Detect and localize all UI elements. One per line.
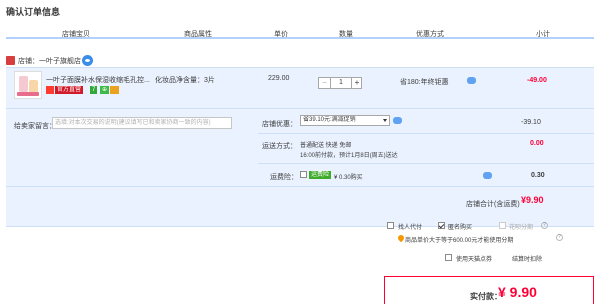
promo-info-icon[interactable] xyxy=(467,77,476,84)
header-col-promo: 优惠方式 xyxy=(416,31,444,38)
divider xyxy=(6,186,594,187)
header-col-attr: 商品属性 xyxy=(184,31,212,38)
page-title: 确认订单信息 xyxy=(6,7,61,17)
anonymous-checkbox[interactable] xyxy=(438,222,445,229)
location-pin-icon xyxy=(396,233,406,243)
anonymous-label: 匿名购买 xyxy=(448,225,473,231)
tmall-points-label: 使用天猫点券 xyxy=(456,257,493,263)
header-col-item: 店铺宝贝 xyxy=(62,31,90,38)
brand-badge-icon xyxy=(46,86,54,94)
header-col-subtotal: 小计 xyxy=(536,31,550,38)
insurance-price-text: ¥ 0.30购买 xyxy=(334,175,363,181)
shipping-insurance-label: 运费险： xyxy=(270,174,298,181)
qty-input[interactable]: 1 xyxy=(330,78,352,88)
store-icon xyxy=(6,56,15,65)
header-col-qty: 数量 xyxy=(339,31,353,38)
shipping-method: 普通配送 快递 免邮 xyxy=(300,143,352,149)
item-subtotal: -49.00 xyxy=(527,77,547,84)
header-col-price: 单价 xyxy=(274,31,288,38)
tmall-points-checkbox[interactable] xyxy=(445,254,452,261)
installment-tip: 商品单价大于等于600.00元才能使用分期 xyxy=(405,238,514,244)
shipping-eta: 16:00前付款，预计1月8日(周五)送达 xyxy=(300,153,398,159)
qty-increase-button[interactable]: + xyxy=(352,78,362,88)
divider xyxy=(258,133,594,134)
installment-label: 花呗分期 xyxy=(509,225,534,231)
official-store-badge: 官方直营 xyxy=(55,86,84,94)
help-icon[interactable]: ? xyxy=(556,234,563,241)
qty-decrease-button[interactable]: − xyxy=(319,78,330,88)
product-attribute: 化妆品净含量：3片 xyxy=(155,77,215,84)
coupon-selected-value: 省39.10元:满减促销 xyxy=(303,117,356,123)
shipping-label: 运送方式： xyxy=(262,143,297,150)
store-name-link[interactable]: 店铺：一叶子旗舰店 xyxy=(18,56,81,66)
coupon-info-icon[interactable] xyxy=(393,117,402,124)
insurance-info-icon[interactable] xyxy=(483,172,492,179)
store-coupon-select[interactable]: 省39.10元:满减促销 xyxy=(300,115,390,126)
divider xyxy=(6,108,594,109)
installment-checkbox[interactable] xyxy=(499,222,506,229)
wangwang-chat-icon[interactable] xyxy=(82,55,93,66)
product-thumbnail[interactable] xyxy=(14,71,42,99)
divider xyxy=(258,163,594,164)
product-name-link[interactable]: 一叶子面膜补水保湿收缩毛孔控... xyxy=(46,75,150,85)
help-icon[interactable]: ? xyxy=(541,222,548,229)
coupon-discount: -39.10 xyxy=(521,119,541,126)
shipping-insurance-checkbox[interactable] xyxy=(300,171,307,178)
store-coupon-label: 店铺优惠： xyxy=(262,121,297,128)
seller-message-input[interactable]: 选填:对本次交易的说明(建议填写已和卖家协商一致的内容) xyxy=(52,117,232,129)
pay-for-other-checkbox[interactable] xyxy=(387,222,394,229)
store-total-label: 店铺合计(含运费) xyxy=(466,201,520,208)
seven-day-return-badge: 7 xyxy=(90,86,98,94)
insurance-fee: 0.30 xyxy=(531,172,545,179)
store-total-amount: ¥9.90 xyxy=(521,195,544,205)
message-label: 给卖家留言： xyxy=(14,123,56,130)
shipping-fee: 0.00 xyxy=(530,140,544,147)
quantity-stepper: − 1 + xyxy=(318,77,362,89)
guarantee-badge: ⊕ xyxy=(100,86,110,94)
card-badge-icon xyxy=(110,86,119,94)
order-table-header: 店铺宝贝 商品属性 单价 数量 优惠方式 小计 xyxy=(6,27,594,39)
insurance-badge: 运费险 xyxy=(309,171,332,179)
unit-price: 229.00 xyxy=(268,75,290,82)
pay-for-other-label: 找人代付 xyxy=(398,225,423,231)
pay-amount: ¥ 9.90 xyxy=(498,284,537,300)
promo-method: 省180:年终钜惠 xyxy=(400,79,449,86)
settle-deduct-label: 结算时扣除 xyxy=(512,257,543,263)
chevron-down-icon xyxy=(383,119,387,122)
